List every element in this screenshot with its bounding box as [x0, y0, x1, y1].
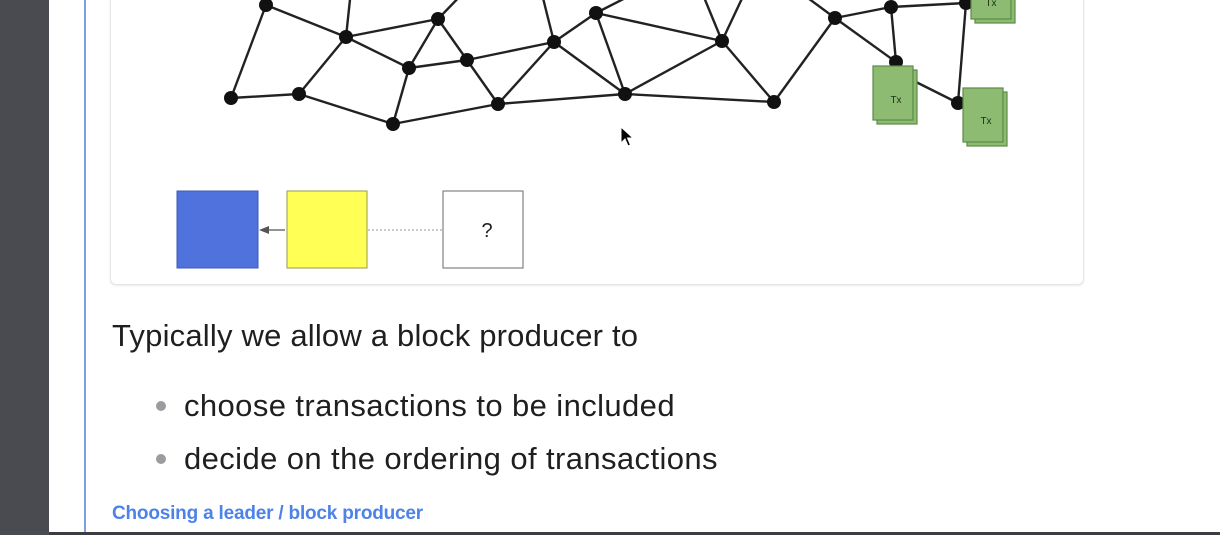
intro-paragraph: Typically we allow a block producer to — [112, 318, 639, 353]
tx-label: Tx — [890, 95, 901, 106]
mouse-cursor-icon — [620, 126, 634, 147]
left-accent-rule — [84, 0, 86, 532]
tx-box-top-right: Tx — [970, 0, 1016, 24]
figure-card: Tx Tx Tx ? — [110, 0, 1084, 285]
tx-label: Tx — [985, 0, 996, 9]
tx-box-middle: Tx — [872, 65, 918, 125]
block-link-arrow — [259, 226, 285, 234]
tx-box-lower-right: Tx — [962, 87, 1008, 147]
bullet-list: choose transactions to be included decid… — [155, 386, 718, 492]
bullet-dot-icon — [156, 401, 166, 411]
list-item: choose transactions to be included — [155, 386, 718, 439]
bullet-dot-icon — [156, 454, 166, 464]
p2p-network-diagram: Tx Tx Tx ? — [176, 0, 1016, 269]
left-dark-margin — [0, 0, 49, 535]
list-item-text: decide on the ordering of transactions — [184, 441, 718, 476]
section-heading-link[interactable]: Choosing a leader / block producer — [112, 503, 423, 525]
list-item: decide on the ordering of transactions — [155, 439, 718, 492]
list-item-text: choose transactions to be included — [184, 388, 675, 423]
tx-label: Tx — [980, 116, 991, 127]
block-yellow — [286, 190, 368, 269]
question-mark-label: ? — [481, 220, 492, 242]
block-blue — [176, 190, 259, 269]
